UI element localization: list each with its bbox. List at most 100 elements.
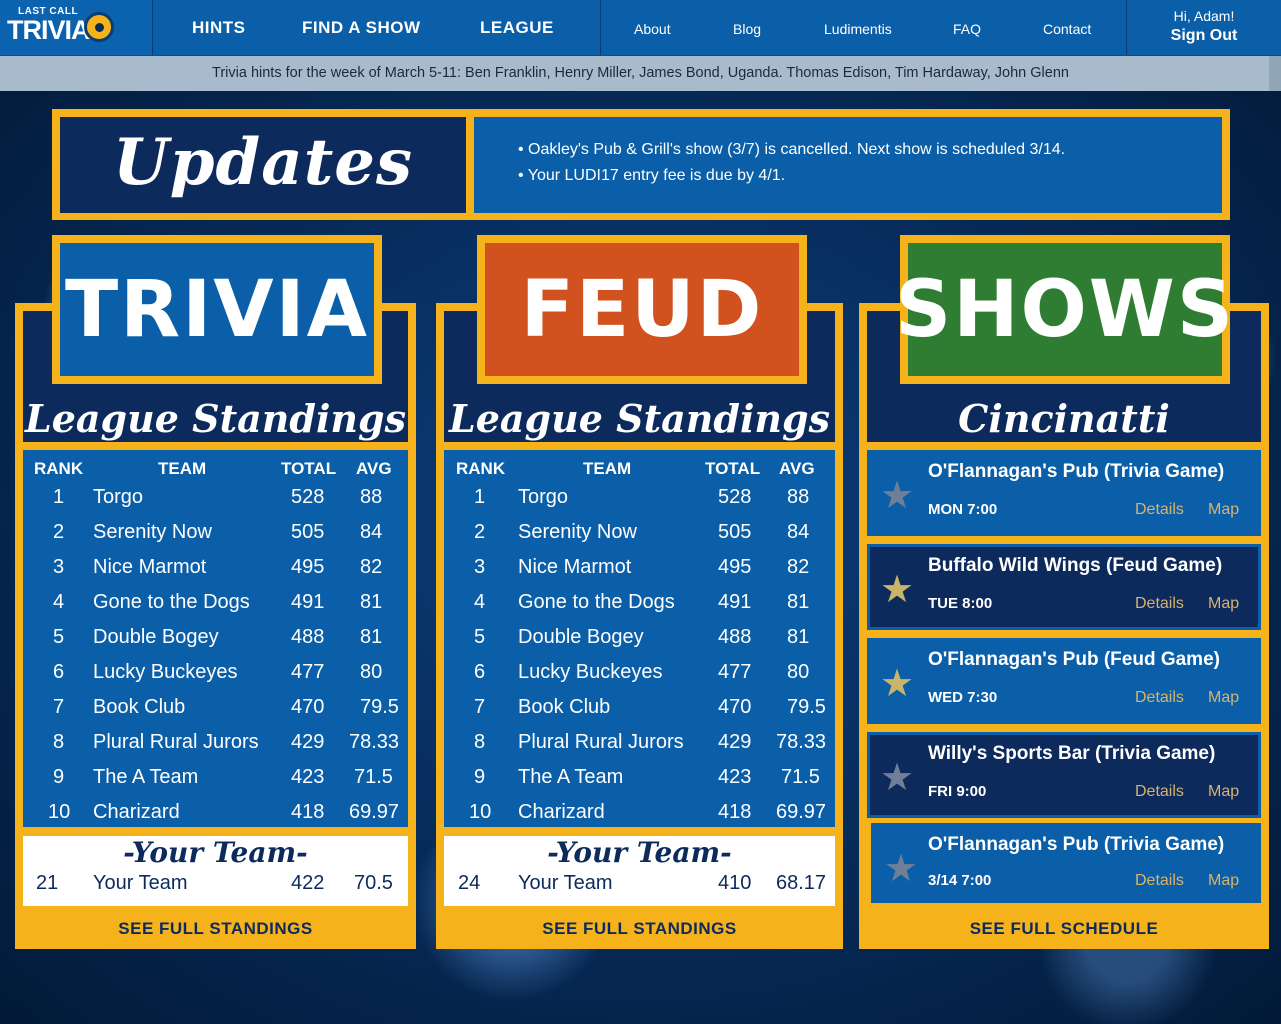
table-row[interactable]: 1 Torgo 528 88 bbox=[23, 482, 408, 517]
row-rank: 24 bbox=[458, 872, 481, 894]
table-header: RANK TEAM TOTAL AVG bbox=[444, 459, 835, 481]
table-row[interactable]: 10 Charizard 418 69.97 bbox=[444, 797, 835, 832]
col-team: TEAM bbox=[583, 459, 632, 478]
star-icon[interactable]: ★ bbox=[880, 665, 914, 703]
show-map-link[interactable]: Map bbox=[1208, 689, 1239, 707]
row-avg: 88 bbox=[360, 486, 383, 508]
row-avg: 69.97 bbox=[349, 801, 400, 823]
star-icon[interactable]: ★ bbox=[880, 571, 914, 609]
row-rank: 1 bbox=[53, 486, 65, 508]
show-item[interactable]: ★ Willy's Sports Bar (Trivia Game) FRI 9… bbox=[867, 732, 1261, 818]
row-team: Nice Marmot bbox=[518, 556, 632, 578]
show-map-link[interactable]: Map bbox=[1208, 501, 1239, 519]
row-rank: 9 bbox=[474, 766, 486, 788]
your-team-title: -Your Team- bbox=[547, 836, 732, 869]
row-rank: 3 bbox=[474, 556, 486, 578]
nav-hints[interactable]: HINTS bbox=[192, 18, 246, 38]
star-icon[interactable]: ★ bbox=[880, 477, 914, 515]
row-avg: 79.5 bbox=[787, 696, 826, 718]
show-details-link[interactable]: Details bbox=[1135, 689, 1184, 707]
show-item[interactable]: ★ O'Flannagan's Pub (Feud Game) WED 7:30… bbox=[867, 638, 1261, 724]
row-total: 418 bbox=[291, 801, 325, 823]
table-row[interactable]: 2 Serenity Now 505 84 bbox=[23, 517, 408, 552]
standings-rows: 1 Torgo 528 88 2 Serenity Now 505 84 3 Nice Mar… bbox=[23, 482, 408, 832]
row-team: Gone to the Dogs bbox=[93, 591, 250, 613]
show-item[interactable]: ★ Buffalo Wild Wings (Feud Game) TUE 8:0… bbox=[867, 544, 1261, 630]
feud-panel: League Standings RANK TEAM TOTAL AVG 1 To… bbox=[436, 303, 843, 949]
show-details-link[interactable]: Details bbox=[1135, 783, 1184, 801]
table-row[interactable]: 9 The A Team 423 71.5 bbox=[23, 762, 408, 797]
standings-rows: 1 Torgo 528 88 2 Serenity Now 505 84 3 Nice Mar… bbox=[444, 482, 835, 832]
table-row[interactable]: 1 Torgo 528 88 bbox=[444, 482, 835, 517]
row-team: Book Club bbox=[93, 696, 186, 718]
show-item[interactable]: ★ O'Flannagan's Pub (Trivia Game) 3/14 7… bbox=[871, 823, 1261, 903]
table-row[interactable]: 10 Charizard 418 69.97 bbox=[23, 797, 408, 832]
table-row[interactable]: 3 Nice Marmot 495 82 bbox=[23, 552, 408, 587]
table-row[interactable]: 5 Double Bogey 488 81 bbox=[444, 622, 835, 657]
col-team: TEAM bbox=[158, 459, 207, 478]
show-details-link[interactable]: Details bbox=[1135, 501, 1184, 519]
row-total: 528 bbox=[718, 486, 752, 508]
nav-faq[interactable]: FAQ bbox=[953, 21, 981, 37]
see-full-standings-link[interactable]: SEE FULL STANDINGS bbox=[436, 919, 843, 939]
table-row[interactable]: 6 Lucky Buckeyes 477 80 bbox=[444, 657, 835, 692]
table-row[interactable]: 9 The A Team 423 71.5 bbox=[444, 762, 835, 797]
show-map-link[interactable]: Map bbox=[1208, 783, 1239, 801]
table-row[interactable]: 2 Serenity Now 505 84 bbox=[444, 517, 835, 552]
table-row[interactable]: 7 Book Club 470 79.5 bbox=[23, 692, 408, 727]
see-full-schedule-link[interactable]: SEE FULL SCHEDULE bbox=[859, 919, 1269, 939]
show-map-link[interactable]: Map bbox=[1208, 595, 1239, 613]
show-details-link[interactable]: Details bbox=[1135, 872, 1184, 890]
show-item[interactable]: ★ O'Flannagan's Pub (Trivia Game) MON 7:… bbox=[867, 450, 1261, 536]
row-rank: 9 bbox=[53, 766, 65, 788]
hints-scrollbar[interactable] bbox=[1269, 56, 1281, 91]
row-avg: 78.33 bbox=[349, 731, 400, 753]
show-map-link[interactable]: Map bbox=[1208, 872, 1239, 890]
your-team-box: -Your Team- 24 Your Team 410 68.17 bbox=[444, 836, 835, 906]
table-row[interactable]: 5 Double Bogey 488 81 bbox=[23, 622, 408, 657]
star-icon[interactable]: ★ bbox=[884, 850, 918, 888]
nav-blog[interactable]: Blog bbox=[733, 21, 761, 37]
star-icon[interactable]: ★ bbox=[880, 759, 914, 797]
row-team: Lucky Buckeyes bbox=[93, 661, 238, 683]
row-total: 495 bbox=[291, 556, 325, 578]
nav-ludimentis[interactable]: Ludimentis bbox=[824, 21, 892, 37]
nav-league[interactable]: LEAGUE bbox=[480, 18, 554, 38]
row-rank: 21 bbox=[36, 872, 59, 894]
row-avg: 84 bbox=[360, 521, 383, 543]
row-team: Gone to the Dogs bbox=[518, 591, 675, 613]
row-rank: 7 bbox=[474, 696, 486, 718]
nav-about[interactable]: About bbox=[634, 21, 671, 37]
see-full-standings-link[interactable]: SEE FULL STANDINGS bbox=[15, 919, 416, 939]
table-row[interactable]: 6 Lucky Buckeyes 477 80 bbox=[23, 657, 408, 692]
table-row[interactable]: 4 Gone to the Dogs 491 81 bbox=[23, 587, 408, 622]
nav-find-a-show[interactable]: FIND A SHOW bbox=[302, 18, 421, 38]
row-avg: 81 bbox=[787, 591, 810, 613]
site-logo[interactable]: LAST CALL TRIVIA bbox=[0, 0, 153, 55]
nav-contact[interactable]: Contact bbox=[1043, 21, 1091, 37]
row-team: Plural Rural Jurors bbox=[518, 731, 684, 753]
updates-title-box: Updates bbox=[60, 117, 466, 213]
row-team: Your Team bbox=[518, 872, 613, 894]
row-team: Book Club bbox=[518, 696, 611, 718]
table-row[interactable]: 7 Book Club 470 79.5 bbox=[444, 692, 835, 727]
row-team: Serenity Now bbox=[93, 521, 212, 543]
table-row[interactable]: 8 Plural Rural Jurors 429 78.33 bbox=[444, 727, 835, 762]
row-rank: 10 bbox=[48, 801, 71, 823]
row-avg: 81 bbox=[360, 626, 383, 648]
user-greeting: Hi, Adam! bbox=[1173, 8, 1235, 24]
table-row[interactable]: 3 Nice Marmot 495 82 bbox=[444, 552, 835, 587]
row-avg: 68.17 bbox=[776, 872, 827, 894]
row-team: Charizard bbox=[93, 801, 180, 823]
table-row[interactable]: 4 Gone to the Dogs 491 81 bbox=[444, 587, 835, 622]
table-row[interactable]: 8 Plural Rural Jurors 429 78.33 bbox=[23, 727, 408, 762]
trivia-header: TRIVIA bbox=[52, 235, 382, 384]
show-details-link[interactable]: Details bbox=[1135, 595, 1184, 613]
your-team-row[interactable]: 21 Your Team 422 70.5 bbox=[23, 872, 408, 898]
updates-body: • Oakley's Pub & Grill's show (3/7) is c… bbox=[474, 117, 1222, 213]
sign-out-link[interactable]: Sign Out bbox=[1127, 27, 1281, 45]
your-team-row[interactable]: 24 Your Team 410 68.17 bbox=[444, 872, 835, 898]
row-avg: 69.97 bbox=[776, 801, 827, 823]
owl-eye-icon bbox=[84, 12, 114, 42]
row-total: 470 bbox=[291, 696, 325, 718]
